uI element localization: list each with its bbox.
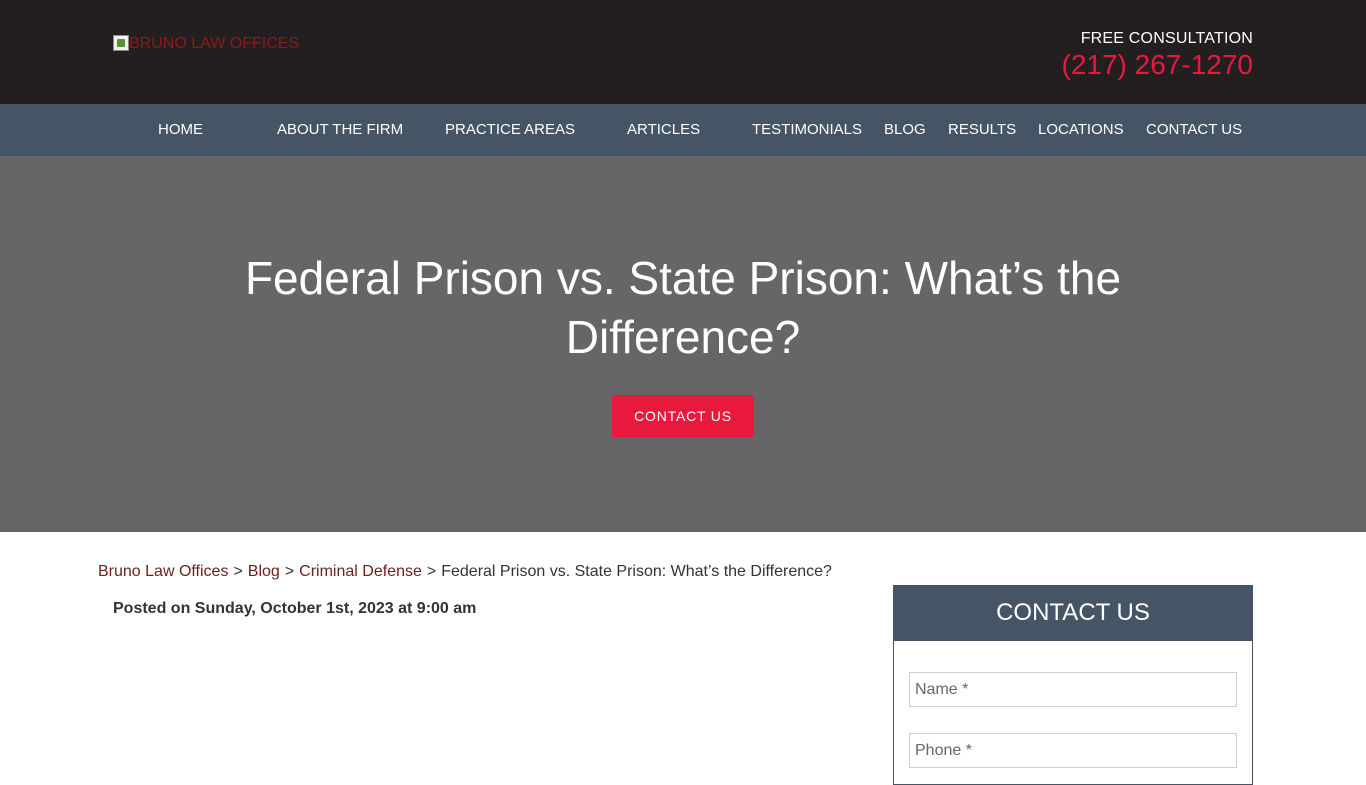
contact-form-title: CONTACT US [894,585,1252,641]
breadcrumb: Bruno Law Offices > Blog > Criminal Defense >… [98,563,832,581]
nav-item-practice-areas[interactable]: PRACTICE AREAS [445,104,575,156]
contact-us-button[interactable]: CONTACT US [612,395,754,437]
post-meta: Posted on Sunday, October 1st, 2023 at 9… [113,600,476,618]
breadcrumb-separator: > [284,563,295,580]
phone-link[interactable]: (217) 267-1270 [1062,49,1253,81]
broken-image-icon [113,35,129,51]
breadcrumb-home-link[interactable]: Bruno Law Offices [98,563,228,580]
nav-item-results[interactable]: RESULTS [948,104,1016,156]
post-date: Sunday, October 1st, 2023 at 9:00 am [194,600,477,617]
logo-alt-text: BRUNO LAW OFFICES [129,35,300,52]
breadcrumb-separator: > [426,563,437,580]
nav-item-about-the-firm[interactable]: ABOUT THE FIRM [277,104,403,156]
breadcrumb-separator: > [233,563,243,580]
phone-field[interactable] [909,733,1237,768]
nav-item-articles[interactable]: ARTICLES [627,104,700,156]
main-navigation: HOME ABOUT THE FIRM PRACTICE AREAS ARTIC… [0,104,1366,156]
page-title: Federal Prison vs. State Prison: What’s … [244,252,1122,363]
nav-item-locations[interactable]: LOCATIONS [1038,104,1124,156]
nav-item-blog[interactable]: BLOG [884,104,926,156]
sidebar-contact-form: CONTACT US [893,585,1253,785]
hero-banner: Federal Prison vs. State Prison: What’s … [0,156,1366,532]
breadcrumb-blog-link[interactable]: Blog [248,563,280,580]
free-consultation: FREE CONSULTATION (217) 267-1270 [1062,30,1253,81]
site-logo[interactable]: BRUNO LAW OFFICES [113,35,299,53]
breadcrumb-current: Federal Prison vs. State Prison: What’s … [441,563,832,580]
breadcrumb-category-link[interactable]: Criminal Defense [299,563,422,580]
nav-item-contact-us[interactable]: CONTACT US [1146,104,1242,156]
site-header: BRUNO LAW OFFICES FREE CONSULTATION (217… [0,0,1366,104]
consultation-label: FREE CONSULTATION [1080,30,1253,47]
nav-item-home[interactable]: HOME [158,104,203,156]
posted-prefix: Posted on [113,600,191,617]
nav-item-testimonials[interactable]: TESTIMONIALS [752,104,862,156]
name-field[interactable] [909,672,1237,707]
